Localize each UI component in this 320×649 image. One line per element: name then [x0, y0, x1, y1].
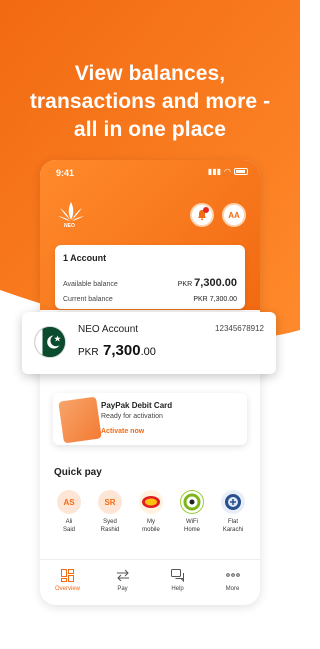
neo-currency: PKR [78, 347, 99, 358]
quick-pay-title: Quick pay [54, 467, 102, 478]
more-dots-icon [225, 568, 240, 582]
debit-card-tile[interactable]: PayPak Debit Card Ready for activation A… [53, 393, 247, 445]
promo-headline: View balances, transactions and more - a… [0, 60, 300, 144]
tab-more[interactable]: More [213, 568, 253, 592]
neo-account-balance: PKR 7,300.00 [78, 342, 156, 360]
signal-icon: ▮▮▮ [207, 167, 222, 176]
current-balance-label: Current balance [63, 296, 113, 303]
quick-pay-item-wifi-home[interactable]: WiFi Home [175, 490, 209, 534]
logo-text: NEO [64, 223, 75, 229]
notification-button[interactable] [190, 203, 214, 227]
notification-badge [203, 207, 209, 213]
available-currency: PKR [177, 281, 193, 288]
quick-pay-item-flat-karachi[interactable]: Flat Karachi [216, 490, 250, 534]
headline-line-2: transactions and more - [29, 90, 271, 113]
profile-avatar[interactable]: AA [222, 203, 246, 227]
status-icons: ▮▮▮ ◠ [208, 167, 248, 176]
available-balance-label: Available balance [63, 281, 118, 288]
battery-icon [234, 168, 248, 175]
accounts-count: 1 Account [63, 253, 107, 263]
chat-icon [170, 568, 185, 582]
current-currency: PKR [193, 296, 208, 303]
quick-pay-label: Karachi [222, 527, 244, 533]
quick-pay-label: Rashid [100, 527, 120, 533]
current-amount: 7,300.00 [209, 296, 237, 303]
neo-account-card[interactable]: NEO Account 12345678912 PKR 7,300.00 [22, 312, 276, 374]
quick-pay-label: Said [62, 527, 75, 533]
tab-label: More [225, 586, 240, 592]
headline-line-1: View balances, [74, 62, 226, 85]
quick-pay-label: Ali [65, 519, 73, 525]
neo-account-name: NEO Account [78, 324, 139, 335]
transfer-icon [116, 568, 130, 582]
accounts-summary-card[interactable]: 1 Account Available balance PKR 7,300.00 … [55, 245, 245, 309]
wifi-provider-logo-icon [180, 490, 204, 514]
utility-logo-icon [221, 490, 245, 514]
current-balance-row: Current balance PKR 7,300.00 [63, 288, 237, 306]
tab-help[interactable]: Help [158, 568, 198, 592]
phone-mockup: 9:41 ▮▮▮ ◠ NEO AA 1 Account Available ba [40, 160, 260, 605]
quick-pay-label: Home [183, 527, 200, 533]
wifi-icon: ◠ [224, 167, 231, 176]
quick-pay-label: mobile [142, 527, 160, 533]
bottom-tab-bar: Overview Pay Help More [40, 559, 260, 605]
debit-card-title: PayPak Debit Card [101, 401, 173, 410]
status-time: 9:41 [56, 168, 75, 178]
quick-pay-label: WiFi [185, 519, 198, 525]
neo-amount-decimals: .00 [140, 346, 156, 358]
jazz-logo-icon [139, 490, 163, 514]
avatar: SR [98, 490, 122, 514]
quick-pay-label: Syed [103, 519, 117, 525]
app-header: 9:41 ▮▮▮ ◠ NEO AA 1 Account Available ba [40, 160, 260, 310]
tab-overview[interactable]: Overview [48, 568, 88, 592]
neo-amount: 7,300 [103, 342, 141, 359]
quick-pay-label: Flat [227, 519, 238, 525]
tab-label: Help [171, 586, 184, 592]
tab-label: Overview [54, 586, 80, 592]
headline-line-3: all in one place [73, 118, 227, 141]
tab-pay[interactable]: Pay [103, 568, 143, 592]
pakistan-flag-icon [34, 326, 66, 358]
debit-card-status: Ready for activation [101, 413, 163, 420]
quick-pay-item-my-mobile[interactable]: My mobile [134, 490, 168, 534]
quick-pay-item-ali-said[interactable]: AS Ali Said [52, 490, 86, 534]
quick-pay-label: My [147, 519, 155, 525]
debit-card-image [58, 396, 102, 444]
activate-now-link[interactable]: Activate now [101, 428, 144, 435]
tab-label: Pay [117, 586, 128, 592]
quick-pay-item-syed-rashid[interactable]: SR Syed Rashid [93, 490, 127, 534]
avatar: AS [57, 490, 81, 514]
neo-account-number: 12345678912 [215, 324, 264, 333]
quick-pay-list: AS Ali Said SR Syed Rashid My mobile WiFi Ho… [52, 490, 250, 534]
overview-icon [61, 568, 74, 582]
